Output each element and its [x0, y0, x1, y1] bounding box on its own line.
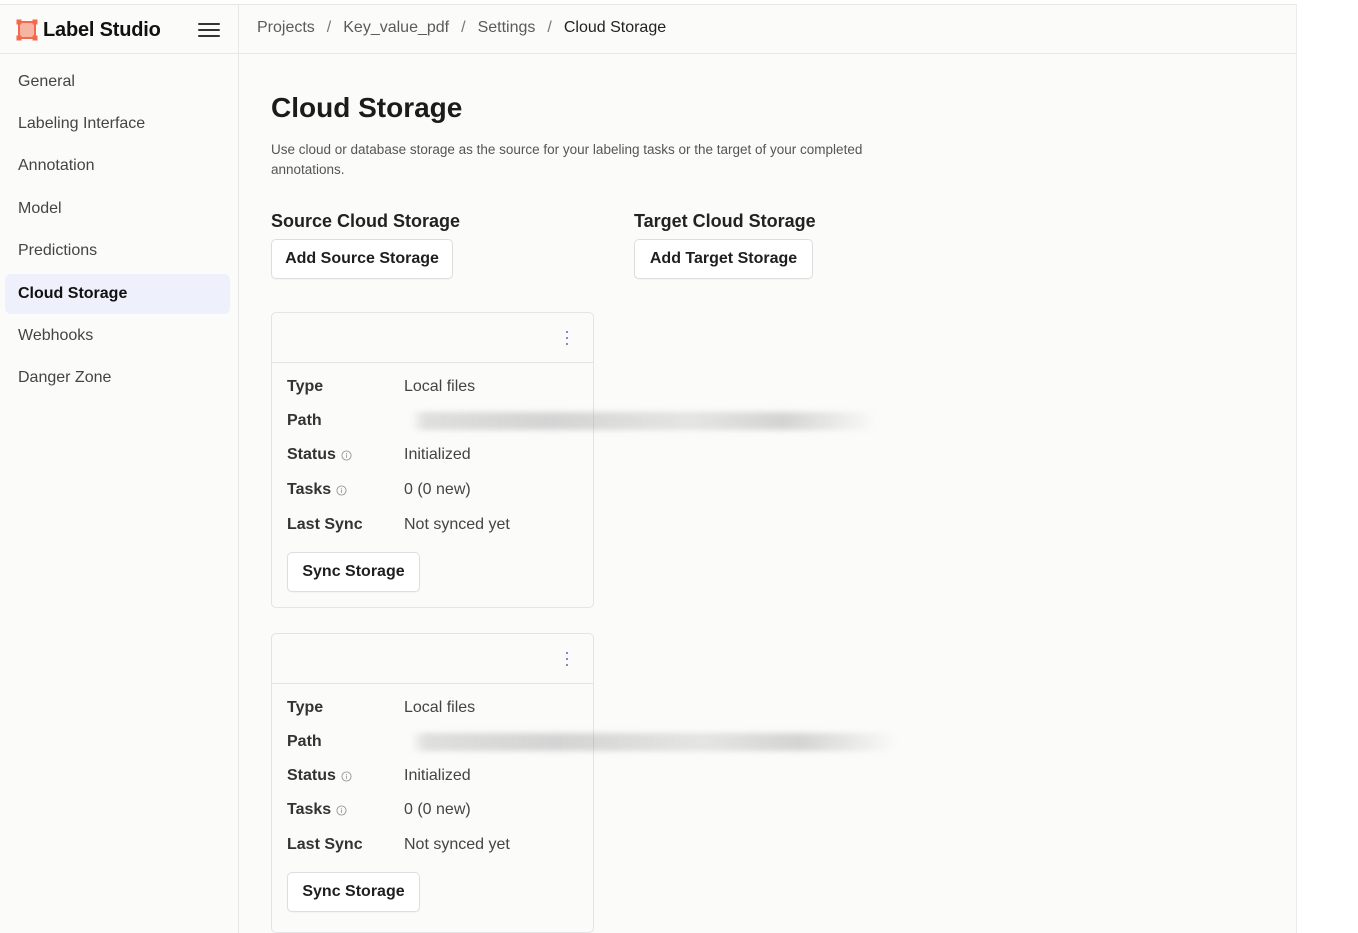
sidebar-item-danger-zone[interactable]: Danger Zone — [5, 358, 230, 398]
label-studio-logo-icon — [16, 19, 38, 41]
storage-card-header — [272, 634, 593, 684]
last-sync-value: Not synced yet — [404, 836, 510, 853]
breadcrumb-project[interactable]: Key_value_pdf — [343, 19, 449, 37]
sidebar-item-predictions[interactable]: Predictions — [5, 231, 230, 271]
type-label: Type — [287, 699, 324, 716]
info-icon[interactable] — [341, 449, 352, 461]
type-label: Type — [287, 378, 324, 395]
header-divider — [238, 5, 239, 53]
breadcrumb-separator: / — [326, 19, 332, 36]
more-options-icon[interactable] — [562, 331, 572, 345]
hamburger-menu-icon[interactable] — [198, 20, 220, 40]
sync-storage-button[interactable]: Sync Storage — [287, 872, 420, 912]
brand[interactable]: Label Studio — [16, 17, 161, 43]
path-value-blurred — [411, 733, 897, 751]
path-value-blurred — [411, 412, 877, 430]
last-sync-label: Last Sync — [287, 516, 363, 533]
tasks-label: Tasks — [287, 801, 332, 818]
sidebar-item-webhooks[interactable]: Webhooks — [5, 316, 230, 356]
app-window: Label Studio Projects / Key_value_pdf / … — [0, 4, 1297, 933]
sync-storage-button[interactable]: Sync Storage — [287, 552, 420, 592]
storage-card-header — [272, 313, 593, 363]
type-value: Local files — [404, 378, 476, 395]
breadcrumb-separator: / — [547, 19, 552, 36]
storage-card: Type Local files Path Status Initialized… — [271, 633, 897, 933]
path-label: Path — [287, 412, 322, 429]
status-label-wrap: Status — [287, 767, 352, 785]
tasks-label-wrap: Tasks — [287, 801, 347, 819]
status-label: Status — [287, 446, 336, 463]
tasks-label-wrap: Tasks — [287, 481, 347, 499]
page-title: Cloud Storage — [271, 92, 463, 123]
target-storage-title: Target Cloud Storage — [634, 211, 816, 231]
type-value: Local files — [404, 699, 476, 716]
breadcrumb-projects[interactable]: Projects — [257, 19, 315, 37]
last-sync-value: Not synced yet — [404, 516, 510, 533]
info-icon[interactable] — [341, 770, 352, 782]
source-storage-title: Source Cloud Storage — [271, 211, 461, 231]
tasks-label: Tasks — [287, 481, 332, 498]
page-description: Use cloud or database storage as the sou… — [271, 142, 863, 177]
status-value: Initialized — [404, 446, 471, 463]
breadcrumb-separator: / — [461, 19, 466, 36]
sidebar-item-labeling-interface[interactable]: Labeling Interface — [5, 104, 230, 144]
sidebar-item-annotation[interactable]: Annotation — [5, 146, 230, 186]
top-bar: Label Studio Projects / Key_value_pdf / … — [0, 5, 1296, 54]
status-label-wrap: Status — [287, 446, 352, 464]
more-options-icon[interactable] — [562, 652, 572, 666]
add-source-storage-button[interactable]: Add Source Storage — [271, 239, 453, 279]
sidebar-item-model[interactable]: Model — [5, 189, 230, 229]
info-icon[interactable] — [336, 804, 347, 816]
brand-name: Label Studio — [43, 18, 161, 41]
status-value: Initialized — [404, 767, 471, 784]
sidebar-item-general[interactable]: General — [5, 62, 230, 102]
storage-card: Type Local files Path Status Initialized… — [271, 312, 877, 608]
path-label: Path — [287, 733, 322, 750]
breadcrumb: Projects / Key_value_pdf / Settings / Cl… — [257, 19, 666, 37]
sidebar-item-cloud-storage[interactable]: Cloud Storage — [5, 274, 230, 314]
status-label: Status — [287, 767, 336, 784]
tasks-value: 0 (0 new) — [404, 481, 471, 498]
breadcrumb-current: Cloud Storage — [563, 19, 667, 36]
breadcrumb-settings[interactable]: Settings — [478, 19, 536, 37]
info-icon[interactable] — [336, 484, 347, 496]
settings-sidebar: General Labeling Interface Annotation Mo… — [0, 54, 239, 933]
last-sync-label: Last Sync — [287, 836, 363, 853]
tasks-value: 0 (0 new) — [404, 801, 471, 818]
add-target-storage-button[interactable]: Add Target Storage — [634, 239, 813, 279]
